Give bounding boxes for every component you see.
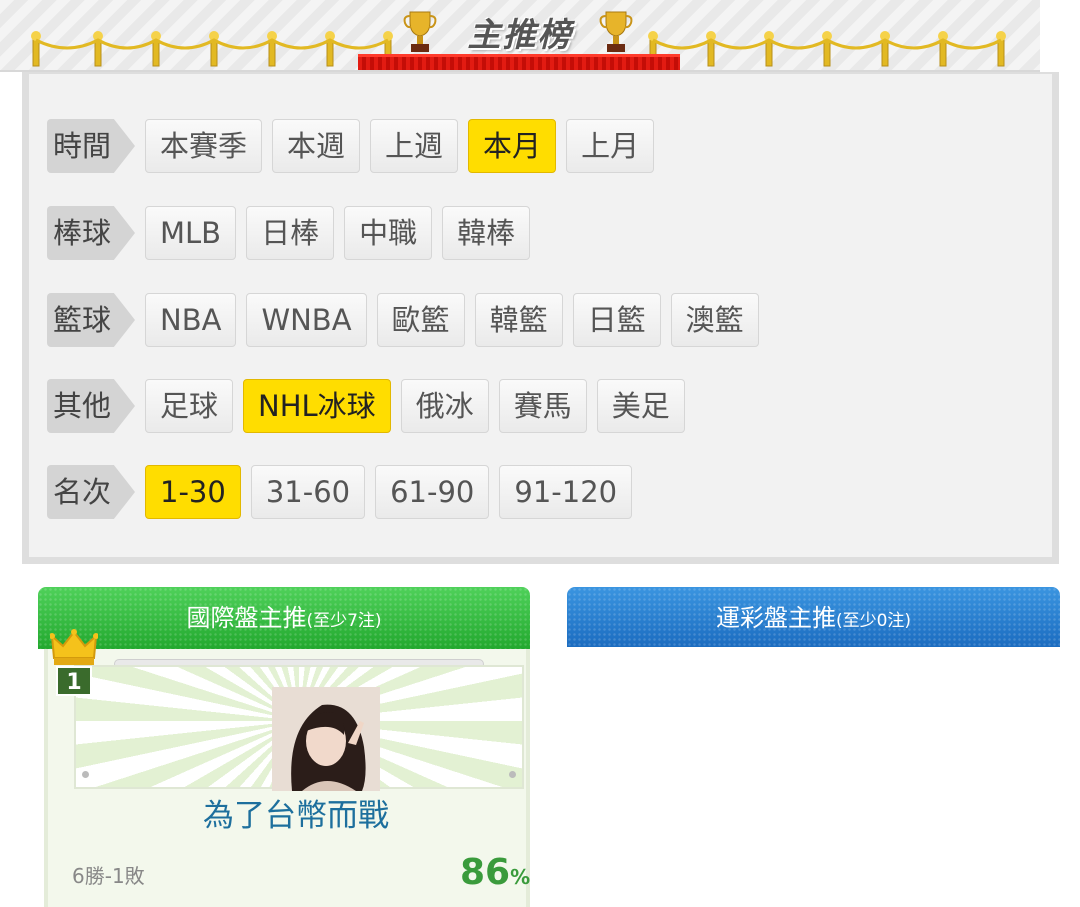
filter-label-rank: 名次: [47, 465, 135, 519]
header-banner: 主推榜: [0, 0, 1040, 72]
filter-label-time: 時間: [47, 119, 135, 173]
filter-row-other: 其他 足球 NHL冰球 俄冰 賽馬 美足: [47, 378, 695, 434]
page-title: 主推榜: [467, 15, 573, 54]
trophy-icon: [403, 11, 437, 52]
filter-option-this-month[interactable]: 本月: [468, 119, 557, 173]
filter-label-other: 其他: [47, 379, 135, 433]
filter-option-this-week[interactable]: 本週: [272, 119, 361, 173]
filter-option-nhl-hockey[interactable]: NHL冰球: [243, 379, 391, 433]
filter-row-rank: 名次 1-30 31-60 61-90 91-120: [47, 464, 642, 520]
filter-option-korea-basketball[interactable]: 韓籃: [474, 293, 563, 347]
tab-label: 國際盤主推: [186, 604, 307, 632]
filter-option-rank-1-30[interactable]: 1-30: [145, 465, 241, 519]
avatar[interactable]: [272, 687, 380, 791]
win-loss-record: 6勝-1敗: [72, 864, 145, 888]
tab-note: (至少7注): [306, 611, 382, 631]
filter-option-horse-racing[interactable]: 賽馬: [498, 379, 587, 433]
filter-option-soccer[interactable]: 足球: [145, 379, 234, 433]
pin-icon: [509, 771, 516, 778]
tab-label: 運彩盤主推: [715, 604, 836, 632]
win-rate: 86%: [460, 852, 530, 893]
filter-option-rank-61-90[interactable]: 61-90: [375, 465, 490, 519]
tab-note: (至少0注): [835, 611, 912, 631]
filter-label-basketball: 籃球: [47, 293, 135, 347]
filter-option-kbo[interactable]: 韓棒: [442, 206, 531, 260]
filter-option-russia-hockey[interactable]: 俄冰: [400, 379, 489, 433]
filter-option-last-week[interactable]: 上週: [370, 119, 459, 173]
pin-icon: [82, 771, 89, 778]
crown-icon: [50, 629, 98, 665]
filter-option-nba[interactable]: NBA: [145, 293, 237, 347]
filter-row-basketball: 籃球 NBA WNBA 歐籃 韓籃 日籃 澳籃: [47, 292, 769, 348]
filter-option-this-season[interactable]: 本賽季: [145, 119, 263, 173]
red-carpet-stage: [358, 54, 680, 70]
filter-row-baseball: 棒球 MLB 日棒 中職 韓棒: [47, 205, 540, 261]
filter-option-japan-basketball[interactable]: 日籃: [572, 293, 661, 347]
filter-option-mlb[interactable]: MLB: [145, 206, 237, 260]
filter-option-rank-31-60[interactable]: 31-60: [250, 465, 366, 519]
card-frame: [74, 665, 524, 791]
win-rate-unit: %: [510, 865, 531, 889]
filter-panel: 時間 本賽季 本週 上週 本月 上月 棒球 MLB 日棒 中職 韓棒 籃球 NB…: [22, 72, 1059, 564]
filter-option-cpbl[interactable]: 中職: [344, 206, 433, 260]
avatar-portrait: [272, 687, 380, 791]
filter-option-australia-basketball[interactable]: 澳籃: [670, 293, 759, 347]
filter-option-rank-91-120[interactable]: 91-120: [499, 465, 633, 519]
filter-option-last-month[interactable]: 上月: [566, 119, 655, 173]
filter-option-american-football[interactable]: 美足: [596, 379, 685, 433]
filter-row-time: 時間 本賽季 本週 上週 本月 上月: [47, 118, 664, 174]
win-rate-value: 86: [460, 852, 511, 893]
tab-international-picks[interactable]: 國際盤主推(至少7注): [38, 587, 530, 649]
filter-option-euro-basketball[interactable]: 歐籃: [376, 293, 465, 347]
player-name[interactable]: 為了台幣而戰: [0, 790, 592, 835]
filter-label-baseball: 棒球: [47, 206, 135, 260]
rank-badge: 1: [56, 666, 92, 696]
filter-option-wnba[interactable]: WNBA: [246, 293, 367, 347]
tab-lottery-picks[interactable]: 運彩盤主推(至少0注): [567, 587, 1060, 647]
trophy-icon: [599, 11, 633, 52]
filter-option-npb[interactable]: 日棒: [246, 206, 335, 260]
